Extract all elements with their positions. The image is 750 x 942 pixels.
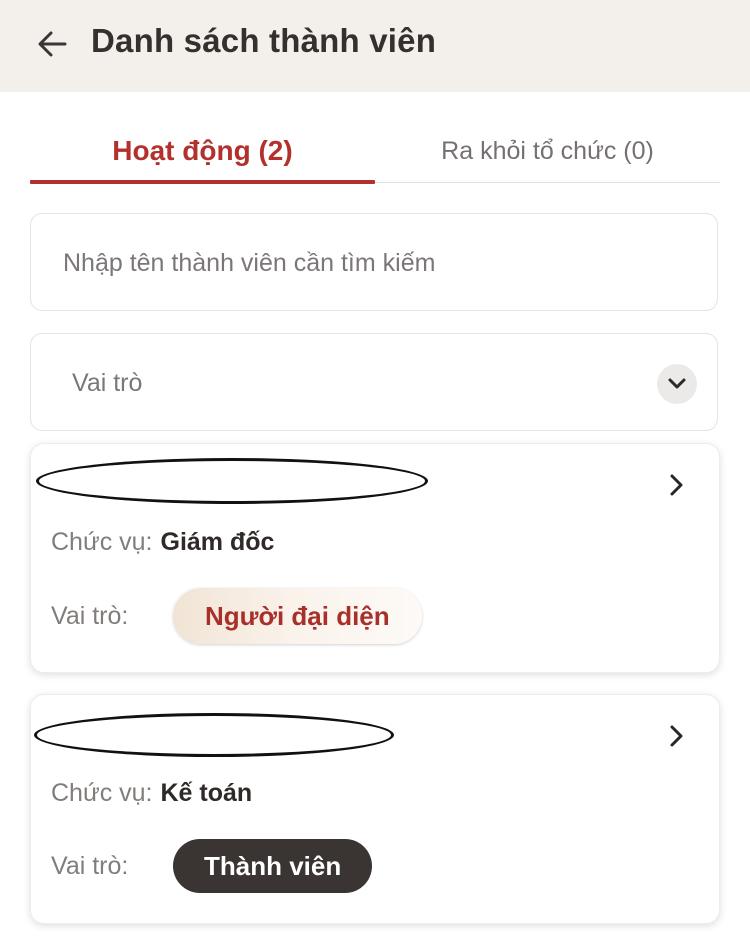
member-tabs: Hoạt động (2) Ra khỏi tổ chức (0)	[30, 120, 720, 184]
chevron-right-icon[interactable]	[665, 723, 689, 749]
active-tab-indicator	[30, 180, 375, 184]
member-card[interactable]: Chức vụ: Kế toán Vai trò: Thành viên	[30, 694, 720, 924]
role-row: Vai trò: Người đại diện	[51, 588, 422, 644]
tab-left-organization[interactable]: Ra khỏi tổ chức (0)	[375, 120, 720, 182]
app-header: Danh sách thành viên	[0, 0, 750, 92]
back-button[interactable]	[32, 26, 72, 62]
position-label: Chức vụ:	[51, 779, 153, 807]
role-filter-select[interactable]: Vai trò	[30, 333, 718, 431]
position-row: Chức vụ: Kế toán	[51, 779, 252, 808]
role-filter-label: Vai trò	[72, 369, 143, 397]
redacted-member-name	[34, 713, 394, 757]
redacted-member-name	[36, 458, 428, 504]
role-badge-representative: Người đại diện	[173, 588, 422, 644]
role-label: Vai trò:	[51, 851, 129, 880]
member-card[interactable]: Chức vụ: Giám đốc Vai trò: Người đại diệ…	[30, 443, 720, 673]
tab-active-members[interactable]: Hoạt động (2)	[30, 120, 375, 182]
role-filter-toggle[interactable]	[657, 364, 697, 404]
arrow-left-icon	[38, 31, 67, 57]
chevron-down-icon	[668, 378, 686, 389]
role-label: Vai trò:	[51, 601, 129, 630]
member-search-input[interactable]	[61, 214, 685, 312]
role-row: Vai trò: Thành viên	[51, 839, 373, 893]
role-badge-member: Thành viên	[173, 839, 373, 893]
position-value: Kế toán	[160, 779, 253, 807]
position-row: Chức vụ: Giám đốc	[51, 528, 274, 557]
chevron-right-icon[interactable]	[665, 472, 689, 498]
position-label: Chức vụ:	[51, 528, 153, 556]
page-title: Danh sách thành viên	[91, 22, 437, 59]
member-search-box	[30, 213, 718, 312]
position-value: Giám đốc	[160, 528, 275, 556]
